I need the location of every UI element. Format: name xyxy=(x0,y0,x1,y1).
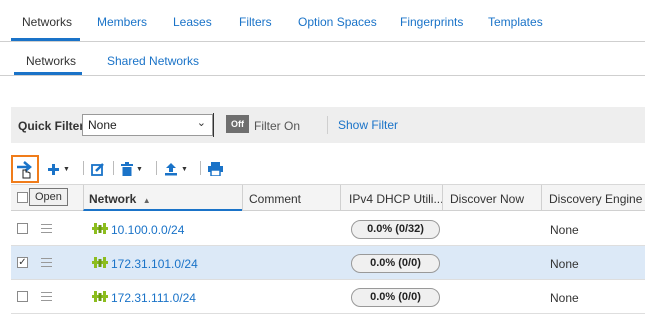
divider xyxy=(213,113,214,137)
drag-handle-icon[interactable] xyxy=(41,258,52,270)
select-all-checkbox[interactable] xyxy=(17,192,28,203)
column-comment[interactable]: Comment xyxy=(242,185,340,211)
top-tab-bar: Networks Members Leases Filters Option S… xyxy=(0,0,645,42)
quick-filter-value: None xyxy=(88,118,117,132)
upload-icon xyxy=(165,163,177,176)
show-filter-link[interactable]: Show Filter xyxy=(338,118,398,132)
utilization-badge: 0.0% (0/32) xyxy=(351,220,440,239)
tab-templates[interactable]: Templates xyxy=(488,15,543,29)
table-row[interactable]: 172.31.111.0/24 0.0% (0/0) None xyxy=(11,280,645,314)
quick-filter-label: Quick Filter xyxy=(18,119,85,133)
caret-down-icon: ▼ xyxy=(136,165,143,173)
drag-handle-icon[interactable] xyxy=(41,224,52,236)
network-link[interactable]: 172.31.111.0/24 xyxy=(111,291,196,305)
toolbar: ▼ ▼ ▼ xyxy=(11,155,645,183)
tab-members[interactable]: Members xyxy=(97,15,147,29)
edit-button[interactable] xyxy=(91,157,105,181)
active-subtab-indicator xyxy=(14,72,82,75)
column-discovery-engine[interactable]: Discovery Engine xyxy=(541,185,645,211)
filter-toggle[interactable]: Off xyxy=(226,115,249,133)
subtab-shared-networks[interactable]: Shared Networks xyxy=(107,54,199,68)
divider xyxy=(113,161,114,175)
active-tab-indicator xyxy=(11,38,80,41)
network-link[interactable]: 172.31.101.0/24 xyxy=(111,257,198,271)
tab-filters[interactable]: Filters xyxy=(239,15,272,29)
network-icon xyxy=(92,291,108,302)
column-ipv4-dhcp-utilization[interactable]: IPv4 DHCP Utili... xyxy=(340,185,442,211)
subtab-networks[interactable]: Networks xyxy=(26,54,76,68)
printer-icon xyxy=(208,162,223,176)
tab-option-spaces[interactable]: Option Spaces xyxy=(298,15,377,29)
network-icon xyxy=(92,223,108,234)
open-button[interactable] xyxy=(11,155,39,183)
trash-icon xyxy=(121,162,133,176)
sort-ascending-icon: ▲ xyxy=(142,196,151,205)
divider xyxy=(200,161,201,175)
export-button[interactable]: ▼ xyxy=(164,157,188,181)
sub-tab-bar: Networks Shared Networks xyxy=(0,42,645,76)
divider xyxy=(327,116,328,134)
divider xyxy=(156,161,157,175)
filter-on-label: Filter On xyxy=(254,119,301,133)
open-arrow-icon xyxy=(17,161,32,179)
network-link[interactable]: 10.100.0.0/24 xyxy=(111,223,184,237)
table-row[interactable]: 10.100.0.0/24 0.0% (0/32) None xyxy=(11,212,645,246)
quick-filter-bar: Quick Filter None ⌄ Off Filter On Show F… xyxy=(11,107,645,143)
discovery-engine-value: None xyxy=(550,257,579,271)
open-tooltip: Open xyxy=(29,188,68,206)
divider xyxy=(83,161,84,175)
quick-filter-select[interactable]: None ⌄ xyxy=(82,114,213,136)
caret-down-icon: ▼ xyxy=(181,165,188,173)
discovery-engine-value: None xyxy=(550,223,579,237)
plus-icon xyxy=(48,163,59,175)
utilization-badge: 0.0% (0/0) xyxy=(351,288,440,307)
table-row[interactable]: ✓ 172.31.101.0/24 0.0% (0/0) None xyxy=(11,246,645,280)
tab-fingerprints[interactable]: Fingerprints xyxy=(400,15,463,29)
drag-handle-icon[interactable] xyxy=(41,292,52,304)
edit-icon xyxy=(91,163,104,176)
column-discover-now[interactable]: Discover Now xyxy=(442,185,541,211)
row-checkbox[interactable]: ✓ xyxy=(17,257,28,268)
discovery-engine-value: None xyxy=(550,291,579,305)
chevron-down-icon: ⌄ xyxy=(196,117,206,129)
utilization-badge: 0.0% (0/0) xyxy=(351,254,440,273)
add-button[interactable]: ▼ xyxy=(47,157,70,181)
grid-header: Network ▲ Comment IPv4 DHCP Utili... Dis… xyxy=(11,184,645,211)
row-checkbox[interactable] xyxy=(17,291,28,302)
column-network-label: Network xyxy=(89,192,137,206)
caret-down-icon: ▼ xyxy=(63,165,70,173)
delete-button[interactable]: ▼ xyxy=(121,157,143,181)
row-checkbox[interactable] xyxy=(17,223,28,234)
column-network[interactable]: Network ▲ xyxy=(83,185,242,211)
print-button[interactable] xyxy=(208,157,223,181)
tab-networks[interactable]: Networks xyxy=(22,15,72,29)
network-icon xyxy=(92,257,108,268)
tab-leases[interactable]: Leases xyxy=(173,15,212,29)
